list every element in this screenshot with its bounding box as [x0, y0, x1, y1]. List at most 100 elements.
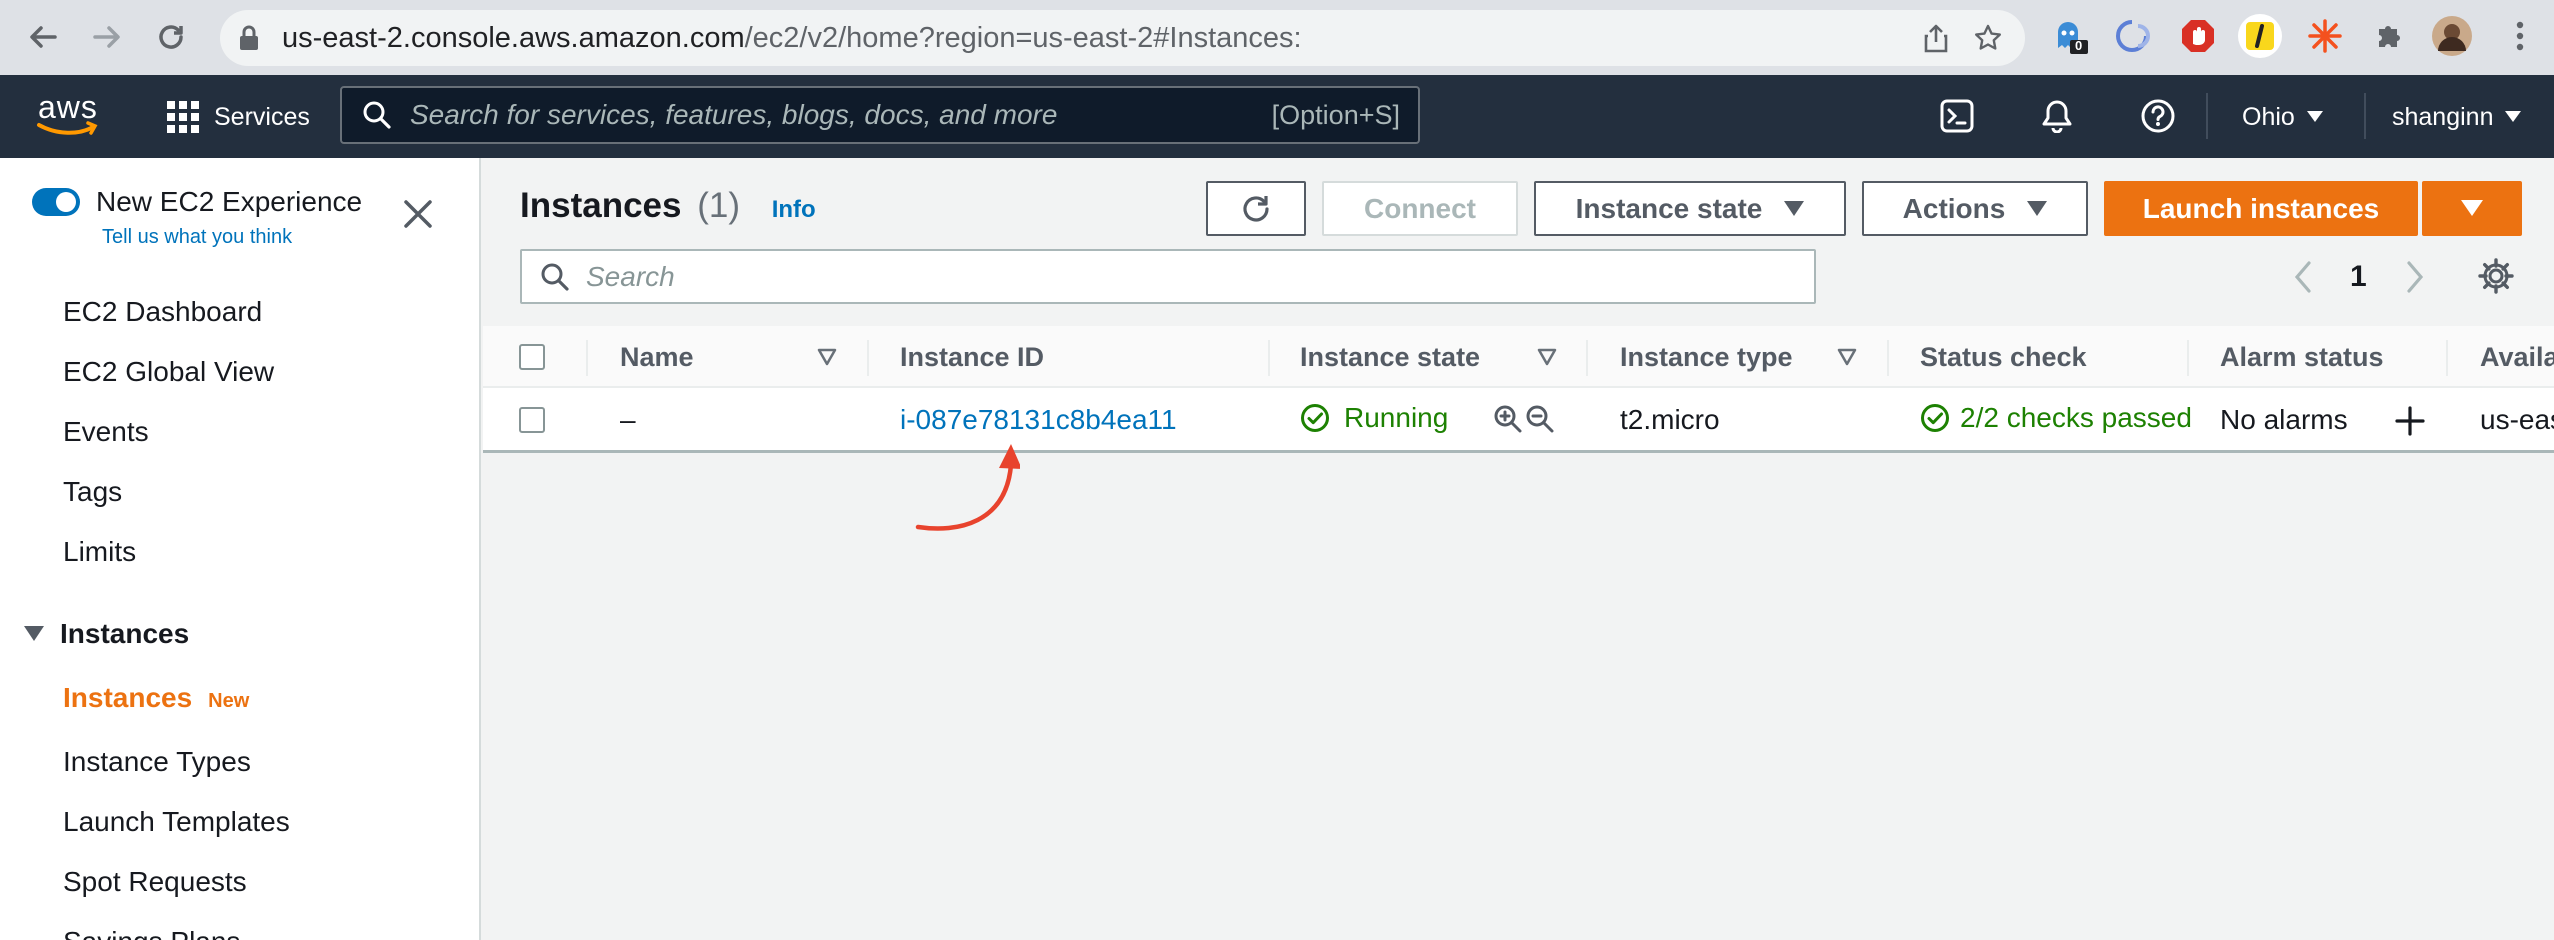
instances-table: Name Instance ID Instance state Instance… [483, 326, 2554, 453]
instance-state-text: Running [1344, 402, 1449, 433]
new-experience-label: New EC2 Experience [96, 186, 363, 217]
column-divider [2446, 340, 2448, 376]
sync-extension-icon[interactable] [2110, 14, 2154, 58]
region-label: Ohio [2242, 102, 2295, 131]
sidebar-item-ec2-global-view[interactable]: EC2 Global View [63, 356, 274, 388]
cell-status-check: 2/2 checks passed [1920, 402, 2192, 434]
bookmark-star-icon[interactable] [1973, 23, 2003, 53]
sidebar-item-limits[interactable]: Limits [63, 536, 136, 568]
filter-triangle-icon[interactable] [1837, 348, 1857, 366]
sidebar-item-savings-plans[interactable]: Savings Plans [63, 926, 240, 940]
reload-icon[interactable] [150, 16, 192, 58]
pagination-prev-icon[interactable] [2292, 260, 2314, 294]
sidebar-item-ec2-dashboard[interactable]: EC2 Dashboard [63, 296, 262, 328]
sidebar-item-instances[interactable]: Instances New [63, 682, 249, 714]
sidebar-item-spot-requests[interactable]: Spot Requests [63, 866, 247, 898]
section-expanded-caret-icon [24, 626, 44, 642]
aws-logo[interactable]: aws [36, 87, 100, 143]
cell-instance-state: Running [1300, 402, 1448, 434]
column-header-instance-state[interactable]: Instance state [1300, 342, 1480, 373]
column-header-status-check[interactable]: Status check [1920, 342, 2087, 373]
grid-icon [166, 100, 200, 134]
profile-avatar-icon[interactable] [2430, 14, 2474, 58]
table-row[interactable]: – i-087e78131c8b4ea11 Running t2.micro 2… [483, 390, 2554, 450]
status-check-text: 2/2 checks passed [1960, 402, 2192, 433]
launch-instances-button[interactable]: Launch instances [2104, 181, 2418, 236]
sidebar-section-instances[interactable]: Instances [24, 618, 189, 650]
column-divider [867, 340, 869, 376]
console-search-input[interactable]: Search for services, features, blogs, do… [340, 86, 1420, 144]
refresh-button[interactable] [1206, 181, 1306, 236]
new-experience-toggle[interactable] [32, 188, 80, 216]
cloudshell-icon[interactable] [1940, 99, 1974, 133]
add-alarm-plus-icon[interactable] [2395, 406, 2425, 436]
back-icon[interactable] [22, 16, 64, 58]
sidebar-item-tags[interactable]: Tags [63, 476, 122, 508]
adblock-extension-icon[interactable] [2176, 14, 2220, 58]
sidebar-item-label: Instances [63, 682, 193, 713]
section-title: Instances [60, 618, 190, 649]
actions-button[interactable]: Actions [1862, 181, 2088, 236]
refresh-icon [1243, 195, 1269, 222]
ghostery-extension-icon[interactable]: 0 [2048, 14, 2092, 58]
column-header-instance-id[interactable]: Instance ID [900, 342, 1044, 373]
caret-down-icon [1784, 200, 1805, 216]
italic-i-extension-icon[interactable] [2238, 14, 2282, 58]
page-title: Instances (1) Info [520, 186, 816, 226]
close-sidebar-button[interactable] [402, 198, 434, 230]
column-header-instance-type[interactable]: Instance type [1620, 342, 1793, 373]
filter-triangle-icon[interactable] [817, 348, 837, 366]
column-header-name[interactable]: Name [620, 342, 694, 373]
filter-triangle-icon[interactable] [1537, 348, 1557, 366]
help-icon[interactable] [2140, 98, 2176, 134]
success-check-circle-icon [1921, 404, 1949, 432]
pagination-next-icon[interactable] [2404, 260, 2426, 294]
url-text: us-east-2.console.aws.amazon.com/ec2/v2/… [282, 21, 1302, 54]
sidebar-item-instance-types[interactable]: Instance Types [63, 746, 251, 778]
instances-search-field[interactable] [520, 249, 1816, 304]
column-divider [1586, 340, 1588, 376]
select-all-checkbox[interactable] [519, 344, 545, 370]
extensions-puzzle-icon[interactable] [2368, 14, 2412, 58]
aws-console-header: aws Services Search for services, featur… [0, 75, 2554, 158]
forward-icon[interactable] [86, 16, 128, 58]
instances-search-input[interactable] [586, 260, 1786, 293]
caret-down-icon [2306, 111, 2323, 123]
table-preferences-gear-icon[interactable] [2478, 258, 2514, 294]
instance-id-link[interactable]: i-087e78131c8b4ea11 [900, 404, 1177, 436]
zoom-in-icon[interactable] [1493, 404, 1523, 434]
annotation-arrow [915, 444, 1020, 531]
browser-menu-icon[interactable] [2498, 14, 2542, 58]
column-header-availability-zone[interactable]: Availa [2480, 342, 2554, 373]
spark-extension-icon[interactable] [2303, 14, 2347, 58]
close-icon [404, 200, 432, 228]
cell-alarm-status: No alarms [2220, 404, 2348, 435]
sidebar-item-launch-templates[interactable]: Launch Templates [63, 806, 290, 838]
connect-button[interactable]: Connect [1322, 181, 1518, 236]
ec2-sidebar: New EC2 Experience Tell us what you thin… [0, 158, 481, 940]
region-selector[interactable]: Ohio [2242, 97, 2323, 137]
search-icon [362, 100, 392, 130]
address-bar[interactable]: us-east-2.console.aws.amazon.com/ec2/v2/… [220, 10, 2025, 66]
new-badge: New [208, 690, 250, 712]
launch-instances-dropdown-button[interactable] [2422, 181, 2522, 236]
info-link[interactable]: Info [772, 196, 816, 223]
header-divider [2364, 93, 2366, 139]
column-header-alarm-status[interactable]: Alarm status [2220, 342, 2384, 373]
cell-availability-zone: us-eas [2480, 404, 2554, 435]
search-icon [540, 262, 570, 292]
zoom-out-icon[interactable] [1525, 404, 1555, 434]
services-label: Services [214, 102, 310, 131]
account-menu[interactable]: shanginn [2392, 97, 2522, 137]
console-search-placeholder: Search for services, features, blogs, do… [410, 99, 1058, 130]
services-menu-button[interactable]: Services [166, 95, 310, 139]
notifications-bell-icon[interactable] [2040, 99, 2074, 133]
pagination-page-number[interactable]: 1 [2350, 260, 2367, 294]
row-select-checkbox[interactable] [519, 407, 545, 433]
sidebar-item-events[interactable]: Events [63, 416, 149, 448]
feedback-link[interactable]: Tell us what you think [102, 226, 292, 249]
browser-toolbar: us-east-2.console.aws.amazon.com/ec2/v2/… [0, 0, 2554, 75]
instance-state-button[interactable]: Instance state [1534, 181, 1846, 236]
share-icon[interactable] [1923, 23, 1949, 53]
lock-icon [238, 25, 260, 51]
